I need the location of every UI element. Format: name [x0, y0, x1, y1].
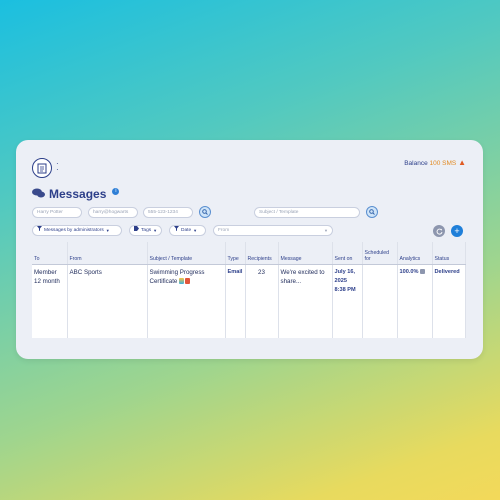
- balance-amount: 100 SMS: [429, 160, 457, 167]
- kebab-menu-icon[interactable]: · ·: [56, 160, 59, 174]
- tags-label: Tags: [141, 228, 152, 233]
- table-row[interactable]: Member 12 month ABC Sports Swimming Prog…: [32, 264, 466, 338]
- column-header[interactable]: Status: [432, 242, 466, 265]
- pdf-icon: [185, 277, 191, 284]
- chevron-down-icon: ▼: [193, 228, 198, 233]
- column-header[interactable]: Message: [278, 242, 333, 265]
- chevron-down-icon: ▼: [153, 228, 158, 233]
- cell-recipients: 23: [245, 264, 279, 338]
- email-field[interactable]: harry@hogwarts: [88, 207, 138, 218]
- messages-by-label: Messages by administrators: [44, 228, 104, 233]
- search-icon: [369, 209, 375, 215]
- refresh-button[interactable]: [433, 225, 445, 237]
- analytics-icon[interactable]: [420, 268, 426, 274]
- cell-status: Delivered: [432, 264, 466, 338]
- chevron-down-icon: ▼: [324, 228, 328, 233]
- column-header[interactable]: Sent on: [332, 242, 363, 265]
- search-subject-button[interactable]: [366, 206, 378, 218]
- messages-table: To From Subject / Template Type Recipien…: [32, 242, 466, 338]
- subject-text: Swimming Progress Certificate: [149, 268, 205, 285]
- tags-filter[interactable]: Tags ▼: [129, 225, 162, 236]
- cell-sent-on: July 16, 2025 8:38 PM: [332, 264, 363, 338]
- attachment-icons: [179, 277, 191, 284]
- cell-from: ABC Sports: [67, 264, 148, 338]
- column-header[interactable]: To: [32, 242, 68, 265]
- chevron-down-icon: ▼: [105, 228, 110, 233]
- cell-analytics: 100.0%: [397, 264, 433, 338]
- cell-scheduled-for: [362, 264, 398, 338]
- messages-by-filter[interactable]: Messages by administrators ▼: [32, 225, 122, 236]
- page-title: Messages: [49, 187, 107, 201]
- search-icon: [202, 209, 208, 215]
- search-contact-button[interactable]: [199, 206, 211, 218]
- warning-icon: ▲: [458, 158, 466, 167]
- from-placeholder: From: [218, 228, 230, 233]
- name-field[interactable]: Harry Potter: [32, 207, 82, 218]
- cell-to: Member 12 month: [32, 264, 68, 338]
- refresh-icon: [436, 228, 442, 235]
- cell-message: We're excited to share...: [278, 264, 333, 338]
- column-header[interactable]: Scheduled for: [362, 242, 398, 265]
- chat-bubbles-icon: [32, 185, 45, 203]
- column-header[interactable]: From: [67, 242, 148, 265]
- column-header[interactable]: Analytics: [397, 242, 433, 265]
- filter-icon: [174, 226, 179, 235]
- subject-template-field[interactable]: Subject / Template: [254, 207, 360, 218]
- filter-icon: [37, 226, 42, 235]
- plus-icon: +: [454, 226, 460, 236]
- balance-label: Balance: [404, 160, 428, 167]
- tag-icon: [134, 226, 139, 235]
- image-icon: [179, 277, 185, 284]
- cell-subject: Swimming Progress Certificate: [147, 264, 226, 338]
- table-header-row: To From Subject / Template Type Recipien…: [32, 242, 466, 265]
- column-header[interactable]: Type: [225, 242, 246, 265]
- page-header: Messages i: [32, 185, 120, 203]
- analytics-value: 100.0%: [399, 268, 419, 275]
- phone-field[interactable]: 555-123-1234: [143, 207, 193, 218]
- column-header[interactable]: Recipients: [245, 242, 279, 265]
- add-message-button[interactable]: +: [451, 225, 463, 237]
- cell-type: Email: [225, 264, 246, 338]
- column-header[interactable]: Subject / Template: [147, 242, 226, 265]
- app-logo-icon[interactable]: [32, 158, 52, 178]
- sms-balance: Balance 100 SMS ▲: [404, 158, 466, 167]
- date-filter[interactable]: Date ▼: [169, 225, 206, 236]
- from-select[interactable]: From ▼: [213, 225, 333, 236]
- info-icon[interactable]: i: [112, 187, 120, 195]
- date-label: Date: [181, 228, 192, 233]
